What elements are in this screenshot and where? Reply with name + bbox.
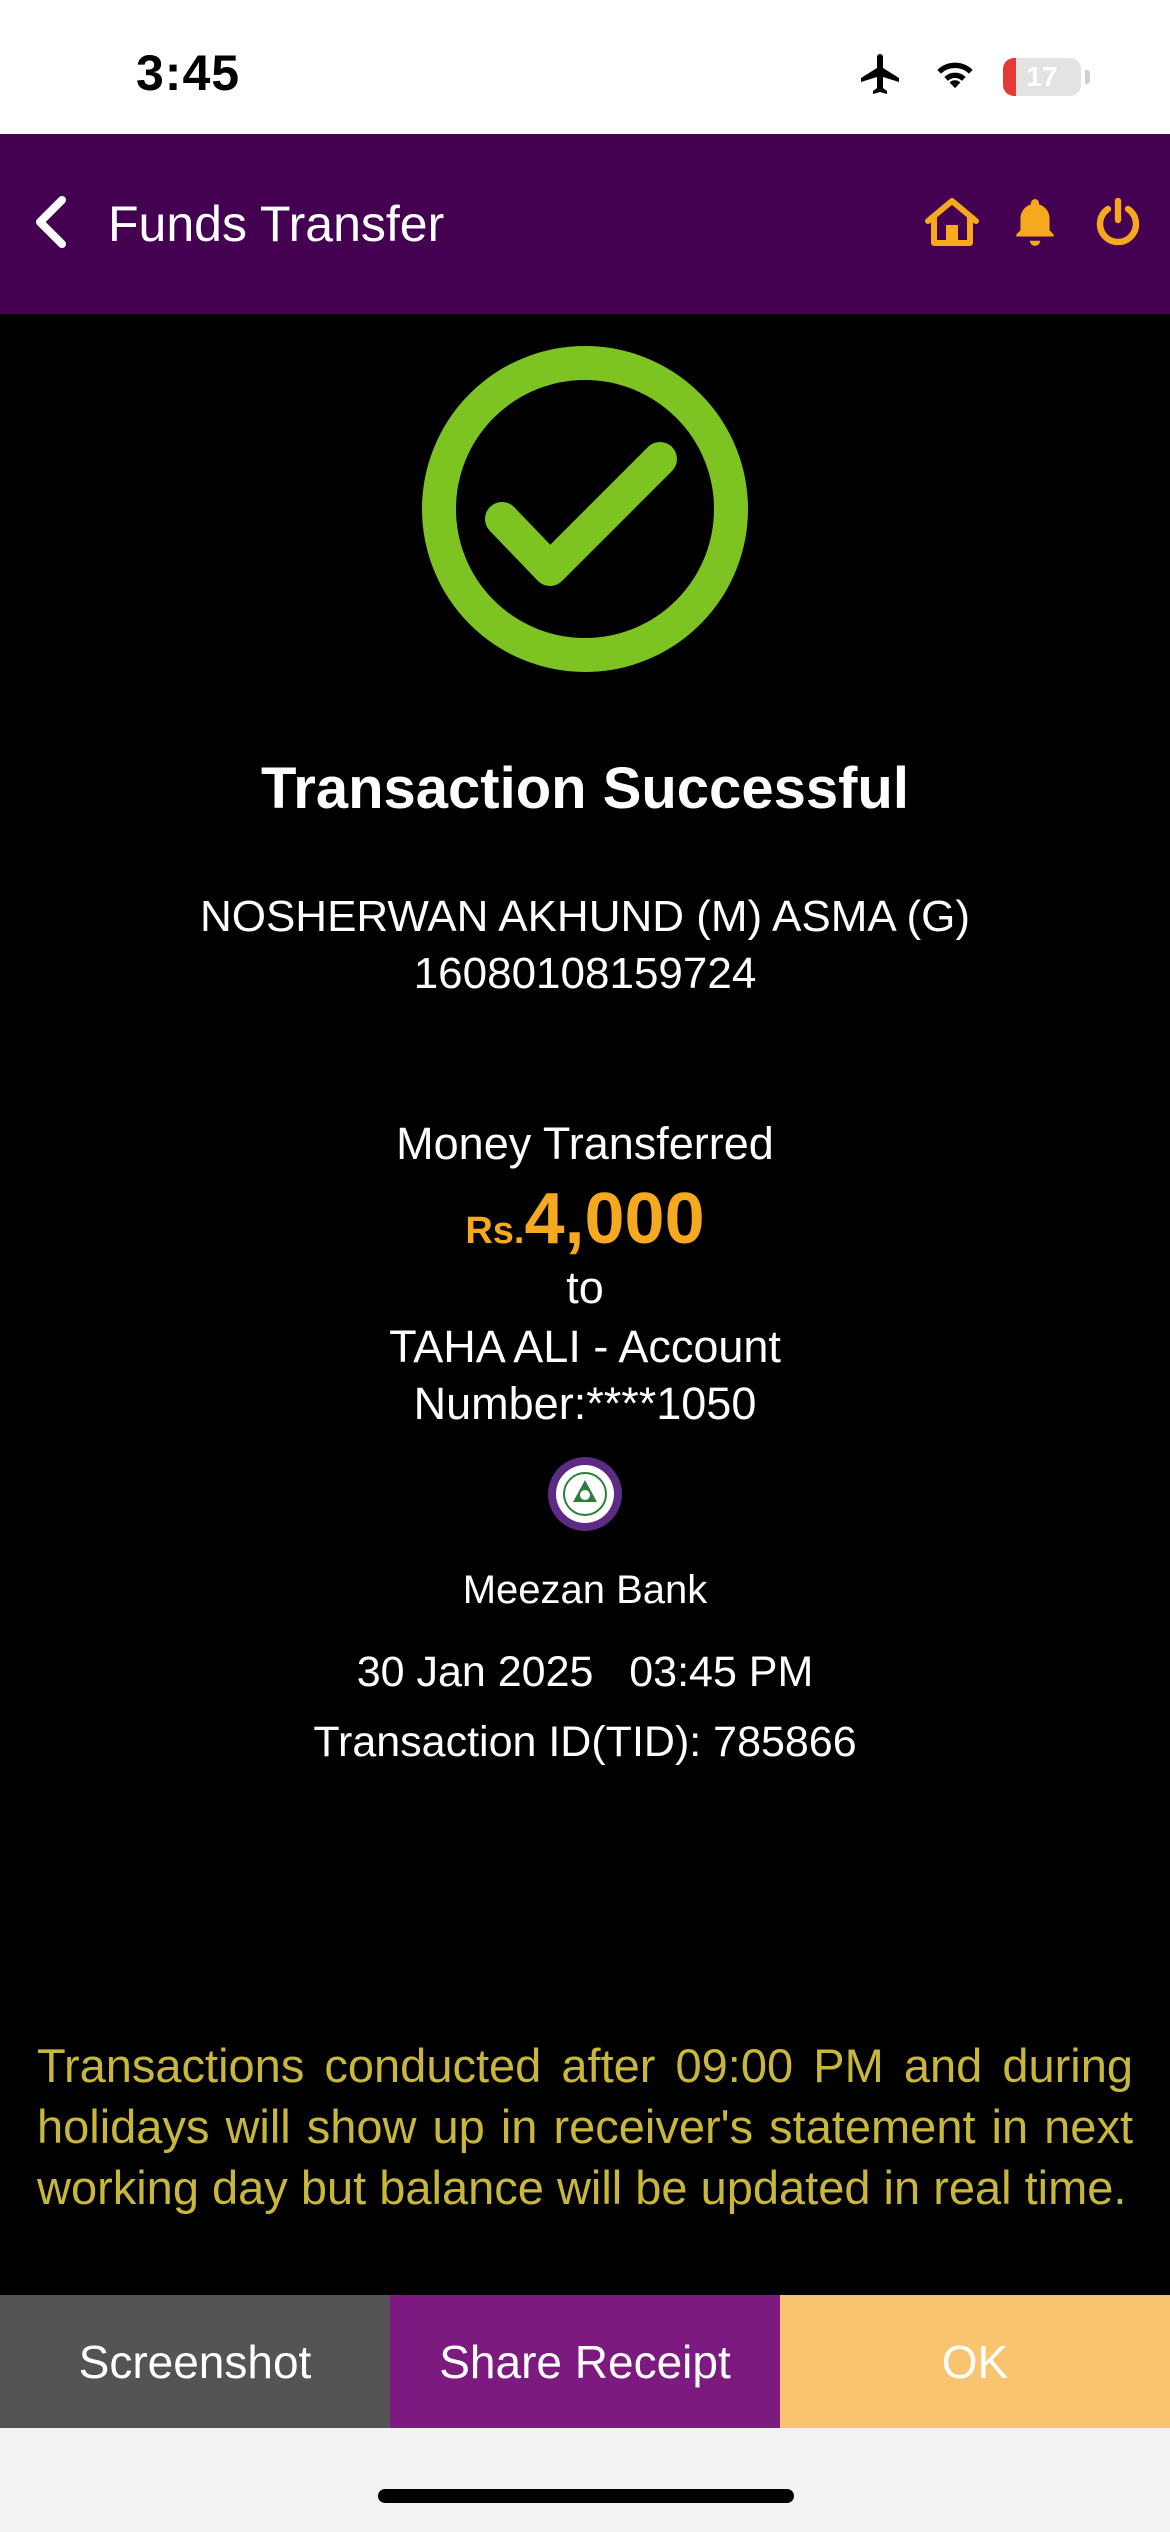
transaction-status-title: Transaction Successful bbox=[261, 756, 909, 821]
ok-button[interactable]: OK bbox=[780, 2295, 1170, 2428]
page-title: Funds Transfer bbox=[108, 196, 445, 252]
beneficiary-details: TAHA ALI - Account Number:****1050 bbox=[389, 1321, 781, 1429]
sender-account: 16080108159724 bbox=[413, 949, 757, 998]
home-icon bbox=[922, 195, 982, 254]
success-check-icon bbox=[420, 344, 750, 674]
back-button[interactable] bbox=[14, 184, 86, 264]
status-time: 3:45 bbox=[136, 45, 241, 101]
logout-button[interactable] bbox=[1086, 192, 1150, 256]
amount-value: 4,000 bbox=[524, 1179, 705, 1259]
funds-transfer-receipt-screen: 3:45 17 Funds Transfer Transaction Succe… bbox=[0, 0, 1170, 2532]
processing-notice: Transactions conducted after 09:00 PM an… bbox=[37, 2039, 1133, 2214]
battery-level: 17 bbox=[1026, 60, 1058, 92]
share-receipt-button[interactable]: Share Receipt bbox=[390, 2295, 780, 2428]
notifications-button[interactable] bbox=[1003, 192, 1067, 256]
status-icons: 17 bbox=[855, 50, 1090, 103]
transaction-time: 03:45 PM bbox=[629, 1648, 814, 1696]
sender-details: NOSHERWAN AKHUND (M) ASMA (G) 1608010815… bbox=[185, 888, 985, 1002]
screenshot-button[interactable]: Screenshot bbox=[0, 2295, 390, 2428]
action-bar: Screenshot Share Receipt OK bbox=[0, 2295, 1170, 2428]
battery-icon: 17 bbox=[1003, 57, 1081, 96]
meezan-bank-logo bbox=[547, 1456, 623, 1532]
to-label: to bbox=[566, 1262, 604, 1313]
back-icon bbox=[30, 194, 70, 255]
transaction-id: Transaction ID(TID): 785866 bbox=[313, 1718, 857, 1766]
power-icon bbox=[1092, 196, 1144, 253]
sender-name: NOSHERWAN AKHUND (M) ASMA (G) bbox=[199, 892, 971, 941]
transfer-amount: Rs.4,000 bbox=[0, 1178, 1170, 1260]
airplane-icon bbox=[855, 50, 907, 103]
home-indicator-area bbox=[0, 2428, 1170, 2532]
wifi-icon bbox=[935, 56, 975, 97]
bell-icon bbox=[1010, 195, 1060, 254]
status-bar: 3:45 17 bbox=[0, 0, 1170, 134]
bank-name: Meezan Bank bbox=[462, 1568, 708, 1612]
app-header: Funds Transfer bbox=[0, 134, 1170, 314]
home-indicator[interactable] bbox=[378, 2489, 794, 2503]
battery-tip bbox=[1085, 69, 1090, 84]
currency-label: Rs. bbox=[465, 1210, 525, 1252]
money-transferred-label: Money Transferred bbox=[396, 1118, 774, 1169]
transaction-datetime: 30 Jan 2025 03:45 PM bbox=[0, 1648, 1170, 1697]
home-button[interactable] bbox=[920, 192, 984, 256]
transaction-date: 30 Jan 2025 bbox=[356, 1648, 594, 1696]
